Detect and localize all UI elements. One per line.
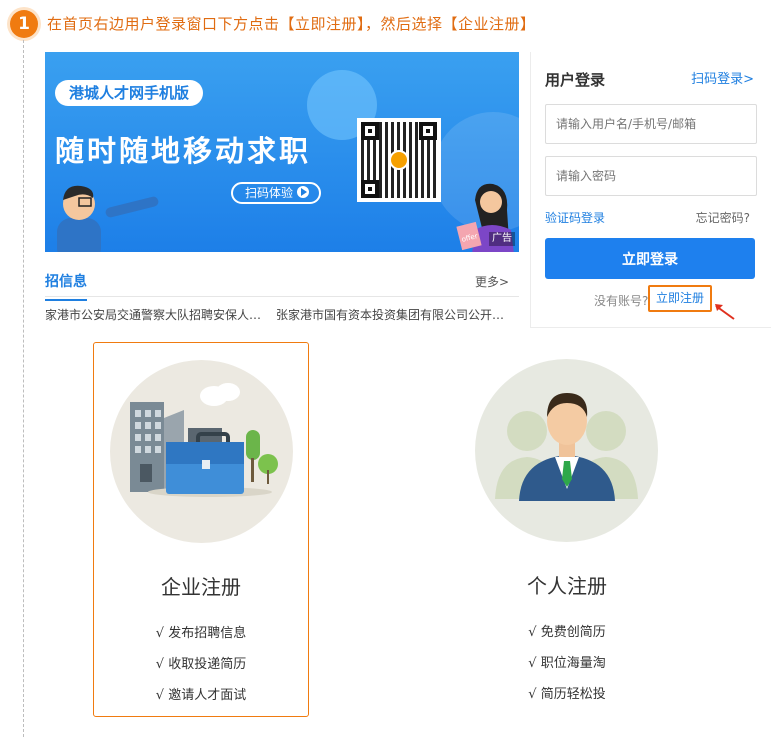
qr-finder-icon: [419, 122, 437, 140]
feature-item: √ 免费创简历: [528, 625, 606, 640]
scan-login-link[interactable]: 扫码登录>: [691, 68, 754, 87]
enterprise-register-card[interactable]: 企业注册 √ 发布招聘信息 √ 收取投递简历 √ 邀请人才面试: [93, 342, 309, 717]
pointing-arm: [104, 195, 160, 219]
login-title: 用户登录: [545, 71, 606, 89]
forgot-password-link[interactable]: 忘记密码?: [696, 209, 750, 226]
pointer-arrow-icon: [715, 304, 735, 320]
username-input[interactable]: [545, 104, 757, 144]
personal-register-title: 个人注册: [527, 574, 607, 598]
login-button[interactable]: 立即登录: [545, 238, 755, 279]
scan-experience-label: 扫码体验: [245, 186, 294, 200]
step-instruction: 在首页右边用户登录窗口下方点击【立即注册】，然后选择【企业注册】: [47, 15, 536, 33]
divider: [531, 327, 771, 328]
sms-login-link[interactable]: 验证码登录: [545, 209, 605, 226]
qr-finder-icon: [361, 180, 379, 198]
feature-item: √ 收取投递简历: [155, 657, 247, 672]
tab-recruitment-info[interactable]: 招信息: [45, 271, 87, 301]
enterprise-illustration: [110, 360, 293, 543]
play-icon: [297, 186, 310, 198]
feature-item: √ 简历轻松投: [528, 687, 606, 702]
feature-item: √ 发布招聘信息: [155, 626, 247, 641]
register-now-link[interactable]: 立即注册: [648, 285, 712, 312]
banner-pill-label: 港城人才网手机版: [55, 80, 204, 106]
enterprise-register-title: 企业注册: [161, 575, 241, 599]
qr-code: [357, 118, 441, 202]
businessman-icon: [495, 393, 638, 501]
building-briefcase-icon: [130, 383, 278, 497]
personal-illustration: [475, 359, 658, 542]
feature-item: √ 邀请人才面试: [155, 688, 247, 703]
qr-finder-icon: [361, 122, 379, 140]
banner-slogan: 随时随地移动求职: [55, 134, 312, 168]
qr-logo-icon: [389, 150, 409, 170]
feature-item: √ 职位海量淘: [528, 656, 606, 671]
news-header: 招信息 更多>: [45, 263, 519, 301]
promo-banner[interactable]: 港城人才网手机版 随时随地移动求职 扫码体验 offer 广告: [45, 52, 519, 252]
scan-experience-button[interactable]: 扫码体验: [231, 182, 322, 204]
password-input[interactable]: [545, 156, 757, 196]
pointing-man-illustration: [57, 185, 101, 252]
more-link[interactable]: 更多>: [475, 273, 509, 290]
personal-register-card[interactable]: 个人注册 √ 免费创简历 √ 职位海量淘 √ 简历轻松投: [459, 342, 675, 717]
step-guide-line: [23, 40, 24, 737]
news-item[interactable]: 家港市公安局交通警察大队招聘安保人…: [45, 306, 263, 323]
login-panel: 用户登录 扫码登录> 验证码登录 忘记密码? 立即登录 没有账号? 立即注册: [530, 52, 771, 328]
news-item[interactable]: 张家港市国有资本投资集团有限公司公开…: [276, 306, 508, 323]
no-account-label: 没有账号?: [594, 294, 649, 308]
step-number-badge: 1: [10, 10, 38, 38]
ad-tag: 广告: [489, 232, 515, 246]
